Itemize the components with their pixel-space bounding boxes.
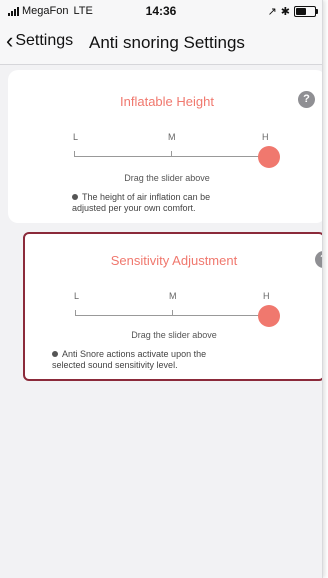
slider-tick-mid (172, 310, 173, 315)
height-slider-knob[interactable] (258, 146, 280, 168)
note-line-2: adjusted per your own comfort. (72, 203, 196, 213)
page-title: Anti snoring Settings (89, 33, 245, 52)
location-arrow-icon: ↗ (267, 6, 277, 18)
status-right: ↗ ✱ (267, 5, 318, 18)
status-bar: MegaFon LTE 14:36 ↗ ✱ (0, 0, 322, 22)
sensitivity-adjustment-card: Sensitivity Adjustment ? L M H Drag the … (23, 232, 322, 381)
slider-tick-mid (171, 151, 172, 156)
slider-tick-low (74, 151, 75, 156)
back-label: Settings (15, 32, 74, 49)
card-title: Inflatable Height (120, 94, 214, 109)
scale-label-high: H (263, 291, 270, 301)
card-note: Anti Snore actions activate upon the sel… (52, 349, 206, 371)
scale-label-mid: M (168, 132, 176, 142)
slider-track[interactable] (74, 156, 269, 157)
scale-label-low: L (73, 132, 79, 142)
help-icon[interactable]: ? (298, 91, 315, 108)
inflatable-height-card: Inflatable Height ? L M H Drag the slide… (8, 70, 322, 223)
battery-icon (294, 6, 318, 17)
note-line-1: The height of air inflation can be (82, 192, 211, 202)
bluetooth-icon: ✱ (280, 6, 290, 18)
bullet-dot (72, 194, 78, 200)
slider-hint: Drag the slider above (131, 330, 217, 340)
scale-label-mid: M (169, 291, 177, 301)
slider-hint: Drag the slider above (124, 173, 210, 183)
scale-label-low: L (74, 291, 80, 301)
battery-tip (316, 9, 318, 14)
bullet-dot (52, 351, 58, 357)
slider-track[interactable] (75, 315, 270, 316)
card-title: Sensitivity Adjustment (110, 253, 238, 268)
sensitivity-slider-knob[interactable] (258, 305, 280, 327)
app-screen: MegaFon LTE 14:36 ↗ ✱ ‹ Settings Anti sn… (0, 0, 323, 578)
card-note: The height of air inflation can be adjus… (72, 192, 210, 214)
note-line-1: Anti Snore actions activate upon the (62, 349, 207, 359)
scale-label-high: H (262, 132, 269, 142)
note-line-2: selected sound sensitivity level. (52, 360, 178, 370)
slider-tick-low (75, 310, 76, 315)
nav-bar: ‹ Settings Anti snoring Settings (0, 22, 322, 65)
chevron-left-icon: ‹ (6, 28, 14, 53)
battery-fill (296, 8, 306, 15)
back-button[interactable]: ‹ Settings (6, 30, 73, 52)
